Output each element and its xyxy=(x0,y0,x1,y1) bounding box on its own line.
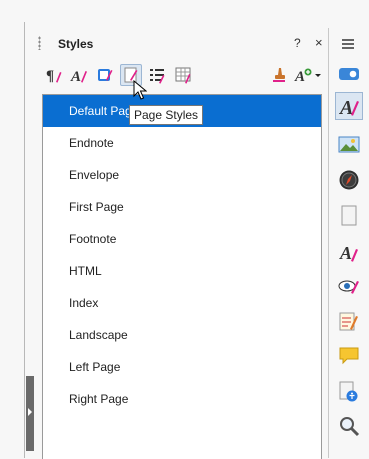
table-styles-icon[interactable] xyxy=(172,64,194,86)
help-button[interactable]: ? xyxy=(294,36,301,50)
svg-text:A: A xyxy=(338,97,353,117)
list-item[interactable]: Right Page xyxy=(43,383,321,415)
panel-title: Styles xyxy=(58,37,94,51)
manage-changes-icon[interactable] xyxy=(335,272,363,300)
fill-format-mode-icon[interactable] xyxy=(268,64,290,86)
sidebar-deck: A A xyxy=(328,28,369,458)
svg-text:A: A xyxy=(339,243,352,263)
mouse-cursor-icon xyxy=(133,79,148,103)
character-styles-icon[interactable]: A xyxy=(68,64,90,86)
list-item[interactable]: First Page xyxy=(43,191,321,223)
design-icon[interactable] xyxy=(335,308,363,336)
list-item[interactable]: Landscape xyxy=(43,319,321,351)
hamburger-menu-icon[interactable] xyxy=(341,38,355,53)
tooltip: Page Styles xyxy=(129,105,204,125)
list-styles-icon[interactable] xyxy=(146,64,168,86)
list-item[interactable]: HTML xyxy=(43,255,321,287)
svg-text:¶: ¶ xyxy=(46,68,54,84)
expand-arrow-icon xyxy=(28,408,32,416)
paragraph-styles-icon[interactable]: ¶ xyxy=(42,64,64,86)
style-inspector-icon[interactable]: A xyxy=(335,238,363,266)
list-item[interactable]: Footnote xyxy=(43,223,321,255)
list-item[interactable]: Index xyxy=(43,287,321,319)
svg-text:A: A xyxy=(70,69,81,84)
styles-list[interactable]: Default Page Style Endnote Envelope Firs… xyxy=(42,94,322,459)
drag-handle-icon[interactable] xyxy=(38,36,41,50)
styles-panel: Styles ? × ¶ A A Default Page Style Endn… xyxy=(34,28,328,459)
left-divider xyxy=(24,22,25,458)
svg-text:A: A xyxy=(294,69,305,84)
navigator-icon[interactable] xyxy=(335,166,363,194)
frame-styles-icon[interactable] xyxy=(94,64,116,86)
toggle-icon[interactable] xyxy=(335,60,363,88)
list-item[interactable]: Left Page xyxy=(43,351,321,383)
list-item[interactable]: Endnote xyxy=(43,127,321,159)
page-icon[interactable] xyxy=(335,202,363,230)
styles-icon[interactable]: A xyxy=(335,92,363,120)
styles-toolbar: ¶ A A xyxy=(40,64,326,88)
new-style-icon[interactable]: A xyxy=(292,64,324,86)
find-icon[interactable] xyxy=(335,412,363,440)
list-item[interactable]: Envelope xyxy=(43,159,321,191)
comments-icon[interactable] xyxy=(335,342,363,370)
gallery-icon[interactable] xyxy=(335,130,363,158)
accessibility-check-icon[interactable] xyxy=(335,378,363,406)
close-button[interactable]: × xyxy=(315,35,323,50)
